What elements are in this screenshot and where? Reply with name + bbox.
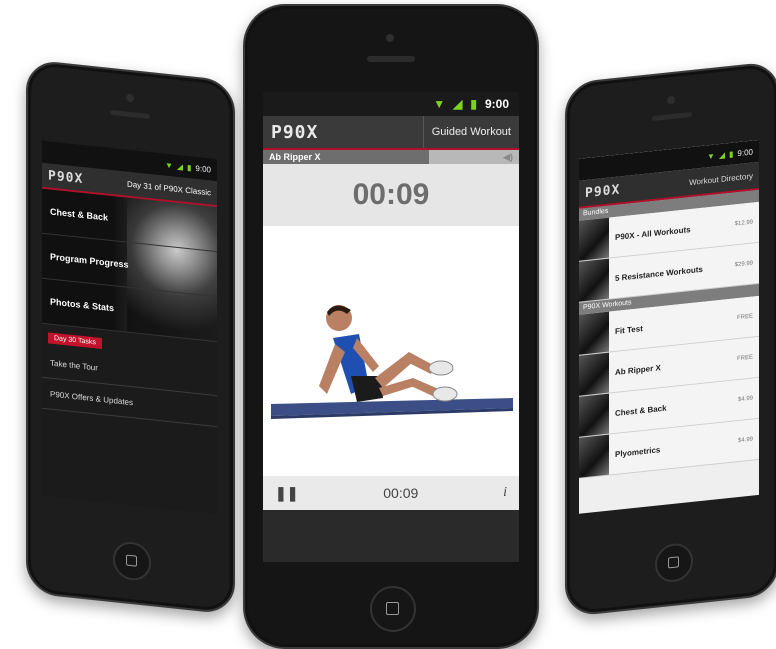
signal-icon: ◢ bbox=[718, 149, 726, 160]
item-price: FREE bbox=[736, 354, 753, 363]
front-camera bbox=[667, 95, 675, 105]
screen-right: ▼ ◢ ▮ 9:00 P90X Workout Directory Bundle… bbox=[579, 139, 759, 514]
screen-center: ▼ ◢ ▮ 9:00 P90X Guided Workout Ab Ripper… bbox=[263, 92, 519, 562]
item-price: $4.99 bbox=[737, 395, 753, 404]
status-bar: ▼ ◢ ▮ 9:00 bbox=[263, 92, 519, 116]
screen-title: Guided Workout bbox=[422, 116, 511, 148]
phone-center: ▼ ◢ ▮ 9:00 P90X Guided Workout Ab Ripper… bbox=[243, 4, 539, 649]
wifi-icon: ▼ bbox=[706, 150, 715, 161]
item-price: FREE bbox=[736, 313, 753, 322]
signal-icon: ◢ bbox=[453, 97, 463, 111]
item-title: Chest & Back bbox=[615, 403, 667, 418]
item-title: Plyometrics bbox=[615, 444, 661, 459]
wifi-icon: ▼ bbox=[433, 97, 446, 111]
workout-thumbnail bbox=[579, 258, 609, 302]
home-button[interactable] bbox=[655, 541, 693, 584]
header-subtitle: Day 31 of P90X Classic bbox=[126, 179, 211, 197]
exercise-video[interactable] bbox=[263, 226, 519, 476]
item-price: $4.99 bbox=[737, 436, 753, 445]
workout-name: Ab Ripper X bbox=[269, 152, 321, 162]
workout-thumbnail bbox=[579, 393, 609, 437]
tasks-tag: Day 30 Tasks bbox=[48, 332, 102, 349]
workout-progress-bar: Ab Ripper X ◀) bbox=[263, 150, 519, 164]
phone-left: ▼ ◢ ▮ 9:00 P90X Day 31 of P90X Classic C… bbox=[26, 59, 235, 615]
item-title: Fit Test bbox=[615, 323, 643, 336]
p90x-logo: P90X bbox=[271, 121, 319, 143]
front-camera bbox=[126, 93, 134, 103]
phone-right: ▼ ◢ ▮ 9:00 P90X Workout Directory Bundle… bbox=[565, 60, 776, 618]
info-button[interactable]: i bbox=[503, 485, 507, 501]
header-title: Workout Directory bbox=[689, 170, 753, 187]
workout-thumbnail bbox=[579, 352, 609, 396]
front-camera bbox=[386, 34, 394, 42]
battery-icon: ▮ bbox=[729, 149, 734, 159]
home-button[interactable] bbox=[113, 540, 151, 583]
battery-icon: ▮ bbox=[470, 97, 477, 111]
status-time: 9:00 bbox=[195, 163, 211, 174]
app-header: P90X Guided Workout bbox=[263, 116, 519, 150]
item-price: $29.99 bbox=[734, 260, 753, 269]
signal-icon: ◢ bbox=[176, 161, 184, 172]
item-title: P90X - All Workouts bbox=[615, 224, 691, 242]
timer-display: 00:09 bbox=[263, 164, 519, 226]
workout-thumbnail bbox=[579, 217, 609, 261]
wifi-icon: ▼ bbox=[164, 160, 173, 170]
battery-icon: ▮ bbox=[187, 162, 192, 172]
item-title: Ab Ripper X bbox=[615, 362, 661, 377]
screen-bottom-bar bbox=[263, 510, 519, 562]
p90x-logo: P90X bbox=[48, 167, 84, 187]
p90x-logo: P90X bbox=[585, 181, 621, 201]
item-price: $12.99 bbox=[734, 219, 753, 228]
home-button[interactable] bbox=[370, 586, 416, 632]
item-title: 5 Resistance Workouts bbox=[615, 264, 703, 283]
volume-icon[interactable]: ◀) bbox=[503, 152, 513, 163]
speaker-grille bbox=[367, 56, 415, 62]
workout-thumbnail bbox=[579, 311, 609, 355]
athlete-illustration bbox=[271, 305, 513, 419]
playback-controls: ❚❚ 00:09 i bbox=[263, 476, 519, 510]
status-time: 9:00 bbox=[737, 146, 753, 158]
speaker-grille bbox=[110, 109, 150, 120]
screen-left: ▼ ◢ ▮ 9:00 P90X Day 31 of P90X Classic C… bbox=[42, 140, 217, 515]
playback-time: 00:09 bbox=[383, 485, 419, 501]
main-menu: Chest & Back Program Progress Photos & S… bbox=[42, 188, 217, 343]
workout-thumbnail bbox=[579, 434, 609, 478]
pause-icon[interactable]: ❚❚ bbox=[275, 485, 298, 502]
speaker-grille bbox=[652, 111, 692, 122]
status-time: 9:00 bbox=[484, 97, 509, 111]
